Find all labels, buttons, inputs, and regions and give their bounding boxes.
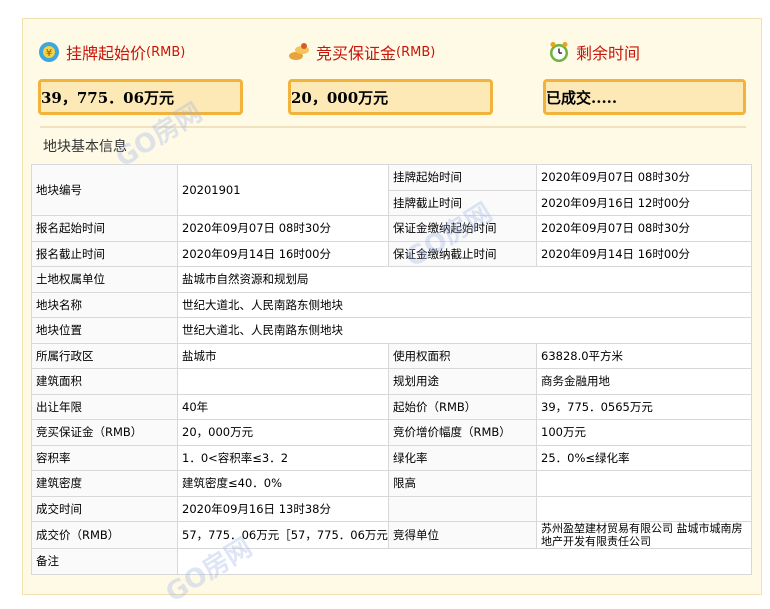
deposit-unit: (RMB) <box>396 44 436 60</box>
cell-label: 出让年限 <box>31 393 178 420</box>
cell-label: 成交时间 <box>31 495 178 522</box>
cell-label: 报名截止时间 <box>31 240 178 267</box>
table-row: 成交价（RMB） 57，775．06万元［57，775．06万元］ 竞得单位 苏… <box>31 521 752 549</box>
cell-label: 地块位置 <box>31 317 178 344</box>
start-price-unit: (RMB) <box>146 44 186 60</box>
table-row: 建筑密度 建筑密度≤40．0% 限高 <box>31 470 752 497</box>
table-row: 所属行政区 盐城市 使用权面积 63828.0平方米 <box>31 342 752 369</box>
table-row: 地块编号 20201901 挂牌起始时间 2020年09月07日 08时30分 <box>31 164 752 216</box>
cell-value: 2020年09月16日 13时38分 <box>177 495 389 522</box>
cell-value: 世纪大道北、人民南路东侧地块 <box>177 291 752 318</box>
remaining-time-value-box: 已成交..... <box>543 79 746 115</box>
deposit-label: 竞买保证金 <box>316 44 397 63</box>
cell-value: 商务金融用地 <box>536 368 752 395</box>
table-row: 土地权属单位 盐城市自然资源和规划局 <box>31 266 752 293</box>
cell-label: 备注 <box>31 548 178 575</box>
start-price-value: 39，775．06万元 <box>41 88 175 107</box>
cell-label: 竞得单位 <box>388 521 537 549</box>
cell-value: 盐城市 <box>177 342 389 369</box>
cell-value: 2020年09月07日 08时30分 <box>536 164 752 191</box>
cell-value <box>536 495 752 522</box>
table-row: 成交时间 2020年09月16日 13时38分 <box>31 495 752 522</box>
cell-label: 保证金缴纳起始时间 <box>388 215 537 242</box>
remaining-time-label: 剩余时间 <box>576 44 641 63</box>
cell-label: 挂牌起始时间 <box>388 164 537 191</box>
table-row: 地块位置 世纪大道北、人民南路东侧地块 <box>31 317 752 344</box>
cell-value: 2020年09月07日 08时30分 <box>177 215 389 242</box>
cell-label: 挂牌截止时间 <box>388 189 537 216</box>
cell-label: 保证金缴纳截止时间 <box>388 240 537 267</box>
cell-value <box>177 368 389 395</box>
table-row: 报名截止时间 2020年09月14日 16时00分 保证金缴纳截止时间 2020… <box>31 240 752 267</box>
section-title: 地块基本信息 <box>43 139 127 155</box>
deposit-header: 竞买保证金 (RMB) <box>288 40 435 64</box>
cell-label: 建筑面积 <box>31 368 178 395</box>
cell-label: 绿化率 <box>388 444 537 471</box>
cell-value: 39，775．0565万元 <box>536 393 752 420</box>
cell-value <box>536 470 752 497</box>
cell-label: 地块编号 <box>31 164 178 216</box>
cell-value: 1．0<容积率≤3．2 <box>177 444 389 471</box>
deposit-value-box: 20，000万元 <box>288 79 493 115</box>
cell-label: 起始价（RMB） <box>388 393 537 420</box>
cell-value: 建筑密度≤40．0% <box>177 470 389 497</box>
start-price-label: 挂牌起始价 <box>66 44 147 63</box>
cell-value: 100万元 <box>536 419 752 446</box>
coins-icon <box>289 43 309 60</box>
cell-value: 20，000万元 <box>177 419 389 446</box>
table-row: 容积率 1．0<容积率≤3．2 绿化率 25．0%≤绿化率 <box>31 444 752 471</box>
cell-value <box>177 548 752 575</box>
table-row: 出让年限 40年 起始价（RMB） 39，775．0565万元 <box>31 393 752 420</box>
cell-value: 20201901 <box>177 164 389 216</box>
cell-value: 2020年09月07日 08时30分 <box>536 215 752 242</box>
remaining-time-value: 已成交..... <box>546 88 618 107</box>
cell-label: 使用权面积 <box>388 342 537 369</box>
cell-value: 世纪大道北、人民南路东侧地块 <box>177 317 752 344</box>
cell-value: 25．0%≤绿化率 <box>536 444 752 471</box>
cell-label: 容积率 <box>31 444 178 471</box>
cell-label: 成交价（RMB） <box>31 521 178 549</box>
cell-label: 地块名称 <box>31 291 178 318</box>
cell-label: 竞价增价幅度（RMB） <box>388 419 537 446</box>
cell-label: 所属行政区 <box>31 342 178 369</box>
cell-label: 土地权属单位 <box>31 266 178 293</box>
cell-label: 竞买保证金（RMB） <box>31 419 178 446</box>
money-icon: ¥ <box>39 42 59 62</box>
cell-value: 盐城市自然资源和规划局 <box>177 266 752 293</box>
cell-value: 63828.0平方米 <box>536 342 752 369</box>
cell-label: 建筑密度 <box>31 470 178 497</box>
deposit-value: 20，000万元 <box>291 88 389 107</box>
svg-text:¥: ¥ <box>46 48 52 59</box>
cell-label <box>388 495 537 522</box>
alarm-clock-icon <box>550 42 568 62</box>
cell-value: 2020年09月16日 12时00分 <box>536 189 752 216</box>
remaining-time-header: 剩余时间 <box>548 40 640 64</box>
table-row: 备注 <box>31 548 752 575</box>
table-row: 地块名称 世纪大道北、人民南路东侧地块 <box>31 291 752 318</box>
cell-value: 40年 <box>177 393 389 420</box>
table-row: 建筑面积 规划用途 商务金融用地 <box>31 368 752 395</box>
cell-label: 报名起始时间 <box>31 215 178 242</box>
cell-label: 规划用途 <box>388 368 537 395</box>
cell-value: 苏州盈堃建材贸易有限公司 盐城市城南房地产开发有限责任公司 <box>536 521 752 549</box>
cell-value: 2020年09月14日 16时00分 <box>177 240 389 267</box>
divider <box>40 126 746 128</box>
start-price-value-box: 39，775．06万元 <box>38 79 243 115</box>
cell-value: 57，775．06万元［57，775．06万元］ <box>177 521 389 549</box>
cell-label: 限高 <box>388 470 537 497</box>
cell-value: 2020年09月14日 16时00分 <box>536 240 752 267</box>
table-row: 报名起始时间 2020年09月07日 08时30分 保证金缴纳起始时间 2020… <box>31 215 752 242</box>
table-row: 竞买保证金（RMB） 20，000万元 竞价增价幅度（RMB） 100万元 <box>31 419 752 446</box>
start-price-header: ¥ 挂牌起始价 (RMB) <box>38 40 185 64</box>
land-info-table: 地块编号 20201901 挂牌起始时间 2020年09月07日 08时30分 … <box>31 164 752 575</box>
